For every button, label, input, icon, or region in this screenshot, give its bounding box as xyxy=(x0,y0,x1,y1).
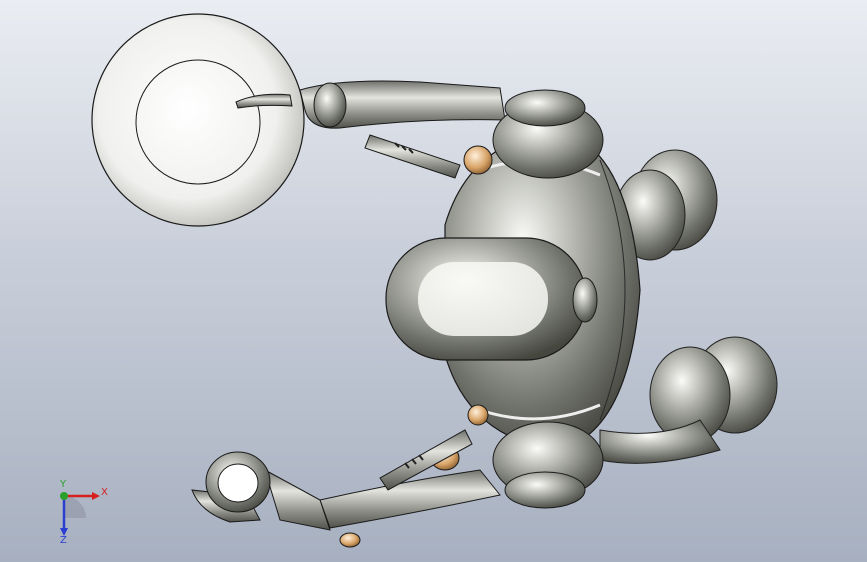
coordinate-triad: X Y Z xyxy=(44,478,124,548)
x-axis-label: X xyxy=(101,487,108,498)
cad-3d-viewport[interactable]: X Y Z xyxy=(0,0,867,562)
y-axis-label: Y xyxy=(60,479,67,490)
plate[interactable] xyxy=(91,13,305,227)
x-axis-arrowhead xyxy=(92,492,100,500)
triad-graphic xyxy=(60,492,100,536)
y-axis-origin xyxy=(60,492,68,500)
z-axis-label: Z xyxy=(60,535,67,546)
cup[interactable] xyxy=(191,451,271,523)
arm-lower[interactable] xyxy=(264,429,501,548)
robot-model-render[interactable] xyxy=(0,0,867,562)
head[interactable] xyxy=(385,237,598,361)
triad-plane-shade xyxy=(64,496,86,518)
